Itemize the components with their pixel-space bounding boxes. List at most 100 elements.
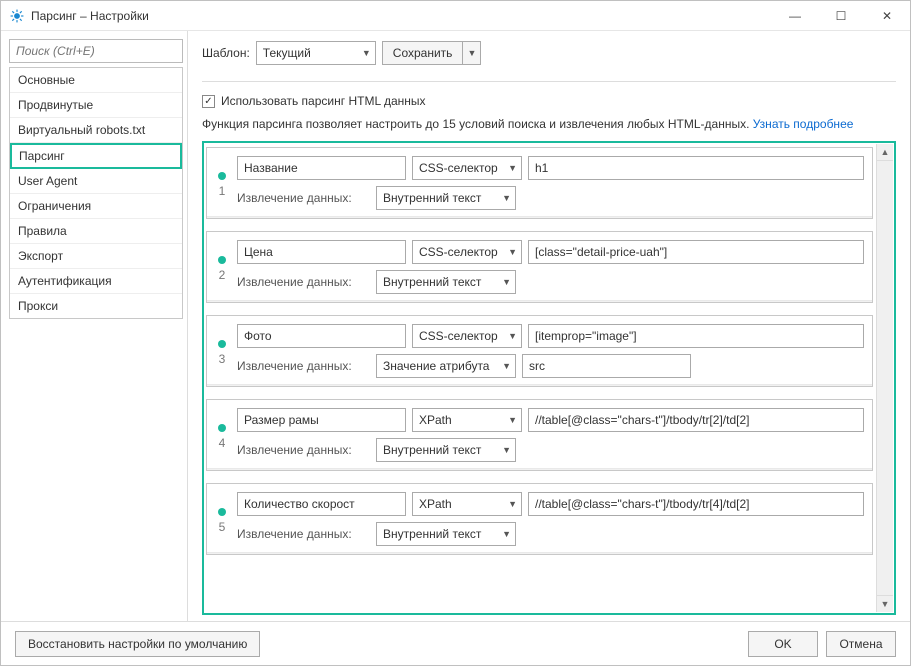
enable-parsing-label: Использовать парсинг HTML данных	[221, 94, 426, 108]
status-dot-icon	[218, 172, 226, 180]
extract-label: Извлечение данных:	[237, 522, 370, 546]
titlebar: Парсинг – Настройки — ☐ ✕	[1, 1, 910, 31]
rule-name-input[interactable]	[237, 324, 406, 348]
rules-panel: 1CSS-селектор▼Извлечение данных:Внутренн…	[202, 141, 896, 615]
window-controls: — ☐ ✕	[772, 1, 910, 31]
selector-type-select[interactable]: XPath▼	[412, 408, 522, 432]
sidebar-item-auth[interactable]: Аутентификация	[10, 269, 182, 294]
save-dropdown[interactable]: ▼	[463, 41, 481, 65]
window-title: Парсинг – Настройки	[31, 9, 772, 23]
rule-number: 2	[219, 268, 226, 282]
chevron-down-icon: ▼	[508, 415, 517, 425]
rule-name-input[interactable]	[237, 408, 406, 432]
minimize-button[interactable]: —	[772, 1, 818, 31]
rule-number: 3	[219, 352, 226, 366]
selector-type-select[interactable]: CSS-селектор▼	[412, 324, 522, 348]
selector-value-input[interactable]	[528, 324, 864, 348]
sidebar-item-export[interactable]: Экспорт	[10, 244, 182, 269]
rule-number: 5	[219, 520, 226, 534]
learn-more-link[interactable]: Узнать подробнее	[753, 117, 854, 131]
sidebar-item-robots[interactable]: Виртуальный robots.txt	[10, 118, 182, 143]
extract-label: Извлечение данных:	[237, 186, 370, 210]
extract-mode-select[interactable]: Внутренний текст▼	[376, 186, 516, 210]
chevron-down-icon: ▼	[502, 445, 511, 455]
sidebar-item-rules[interactable]: Правила	[10, 219, 182, 244]
scrollbar-vertical[interactable]: ▲ ▼	[876, 144, 893, 612]
rule-block: 5 XPath▼ Извлечение данных:Внутренний текс…	[206, 483, 873, 555]
sidebar: Основные Продвинутые Виртуальный robots.…	[1, 31, 188, 621]
chevron-down-icon: ▼	[508, 499, 517, 509]
rule-block: 3 CSS-селектор▼ Извлечение данных:Значение…	[206, 315, 873, 387]
rule-name-input[interactable]	[237, 492, 406, 516]
selector-value-input[interactable]	[528, 156, 864, 180]
scroll-up-icon[interactable]: ▲	[877, 144, 893, 161]
enable-parsing-row: ✓ Использовать парсинг HTML данных	[202, 94, 896, 108]
rule-indicator: 3	[215, 336, 229, 366]
divider	[202, 81, 896, 82]
reset-defaults-button[interactable]: Восстановить настройки по умолчанию	[15, 631, 260, 657]
extract-label: Извлечение данных:	[237, 270, 370, 294]
sidebar-item-parsing[interactable]: Парсинг	[10, 143, 182, 169]
sidebar-item-basic[interactable]: Основные	[10, 68, 182, 93]
selector-value-input[interactable]	[528, 240, 864, 264]
footer: Восстановить настройки по умолчанию OK О…	[1, 621, 910, 665]
chevron-down-icon: ▼	[502, 361, 511, 371]
selector-value-input[interactable]	[528, 492, 864, 516]
sidebar-item-limits[interactable]: Ограничения	[10, 194, 182, 219]
extract-mode-select[interactable]: Внутренний текст▼	[376, 270, 516, 294]
sidebar-list: Основные Продвинутые Виртуальный robots.…	[9, 67, 183, 319]
extract-mode-select[interactable]: Значение атрибута▼	[376, 354, 516, 378]
template-toolbar: Шаблон: Текущий ▼ Сохранить ▼	[202, 41, 896, 65]
extract-mode-select[interactable]: Внутренний текст▼	[376, 438, 516, 462]
status-dot-icon	[218, 340, 226, 348]
extract-mode-select[interactable]: Внутренний текст▼	[376, 522, 516, 546]
rule-number: 4	[219, 436, 226, 450]
description-text: Функция парсинга позволяет настроить до …	[202, 116, 896, 133]
app-icon	[9, 8, 25, 24]
window-body: Основные Продвинутые Виртуальный robots.…	[1, 31, 910, 621]
cancel-button[interactable]: Отмена	[826, 631, 896, 657]
rule-extra-input[interactable]	[522, 354, 691, 378]
close-button[interactable]: ✕	[864, 1, 910, 31]
selector-value-input[interactable]	[528, 408, 864, 432]
status-dot-icon	[218, 508, 226, 516]
selector-type-select[interactable]: XPath▼	[412, 492, 522, 516]
scroll-down-icon[interactable]: ▼	[877, 595, 893, 612]
chevron-down-icon: ▼	[502, 193, 511, 203]
rule-number: 1	[219, 184, 226, 198]
ok-button[interactable]: OK	[748, 631, 818, 657]
chevron-down-icon: ▼	[508, 331, 517, 341]
rule-block: 2 CSS-селектор▼ Извлечение данных:Внутренн…	[206, 231, 873, 303]
template-select[interactable]: Текущий ▼	[256, 41, 376, 65]
extract-label: Извлечение данных:	[237, 354, 370, 378]
template-label: Шаблон:	[202, 46, 250, 60]
chevron-down-icon: ▼	[502, 277, 511, 287]
sidebar-item-advanced[interactable]: Продвинутые	[10, 93, 182, 118]
status-dot-icon	[218, 256, 226, 264]
sidebar-item-proxy[interactable]: Прокси	[10, 294, 182, 318]
chevron-down-icon: ▼	[502, 529, 511, 539]
app-window: Парсинг – Настройки — ☐ ✕ Основные Продв…	[0, 0, 911, 666]
rule-indicator: 1	[215, 168, 229, 198]
rule-block: 1 CSS-селектор▼ Извлечение данных:Внутренн…	[206, 147, 873, 219]
rule-name-input[interactable]	[237, 240, 406, 264]
maximize-button[interactable]: ☐	[818, 1, 864, 31]
sidebar-item-useragent[interactable]: User Agent	[10, 169, 182, 194]
chevron-down-icon: ▼	[508, 163, 517, 173]
status-dot-icon	[218, 424, 226, 432]
enable-parsing-checkbox[interactable]: ✓	[202, 95, 215, 108]
rule-indicator: 4	[215, 420, 229, 450]
rule-indicator: 2	[215, 252, 229, 282]
chevron-down-icon: ▼	[362, 48, 371, 58]
chevron-down-icon: ▼	[508, 247, 517, 257]
extract-label: Извлечение данных:	[237, 438, 370, 462]
content-pane: Шаблон: Текущий ▼ Сохранить ▼ ✓ Использо…	[188, 31, 910, 621]
chevron-down-icon: ▼	[468, 48, 477, 58]
selector-type-select[interactable]: CSS-селектор▼	[412, 156, 522, 180]
save-button[interactable]: Сохранить ▼	[382, 41, 482, 65]
rule-indicator: 5	[215, 504, 229, 534]
selector-type-select[interactable]: CSS-селектор▼	[412, 240, 522, 264]
rule-name-input[interactable]	[237, 156, 406, 180]
search-input[interactable]	[9, 39, 183, 63]
rule-block: 4 XPath▼ Извлечение данных:Внутренний текс…	[206, 399, 873, 471]
